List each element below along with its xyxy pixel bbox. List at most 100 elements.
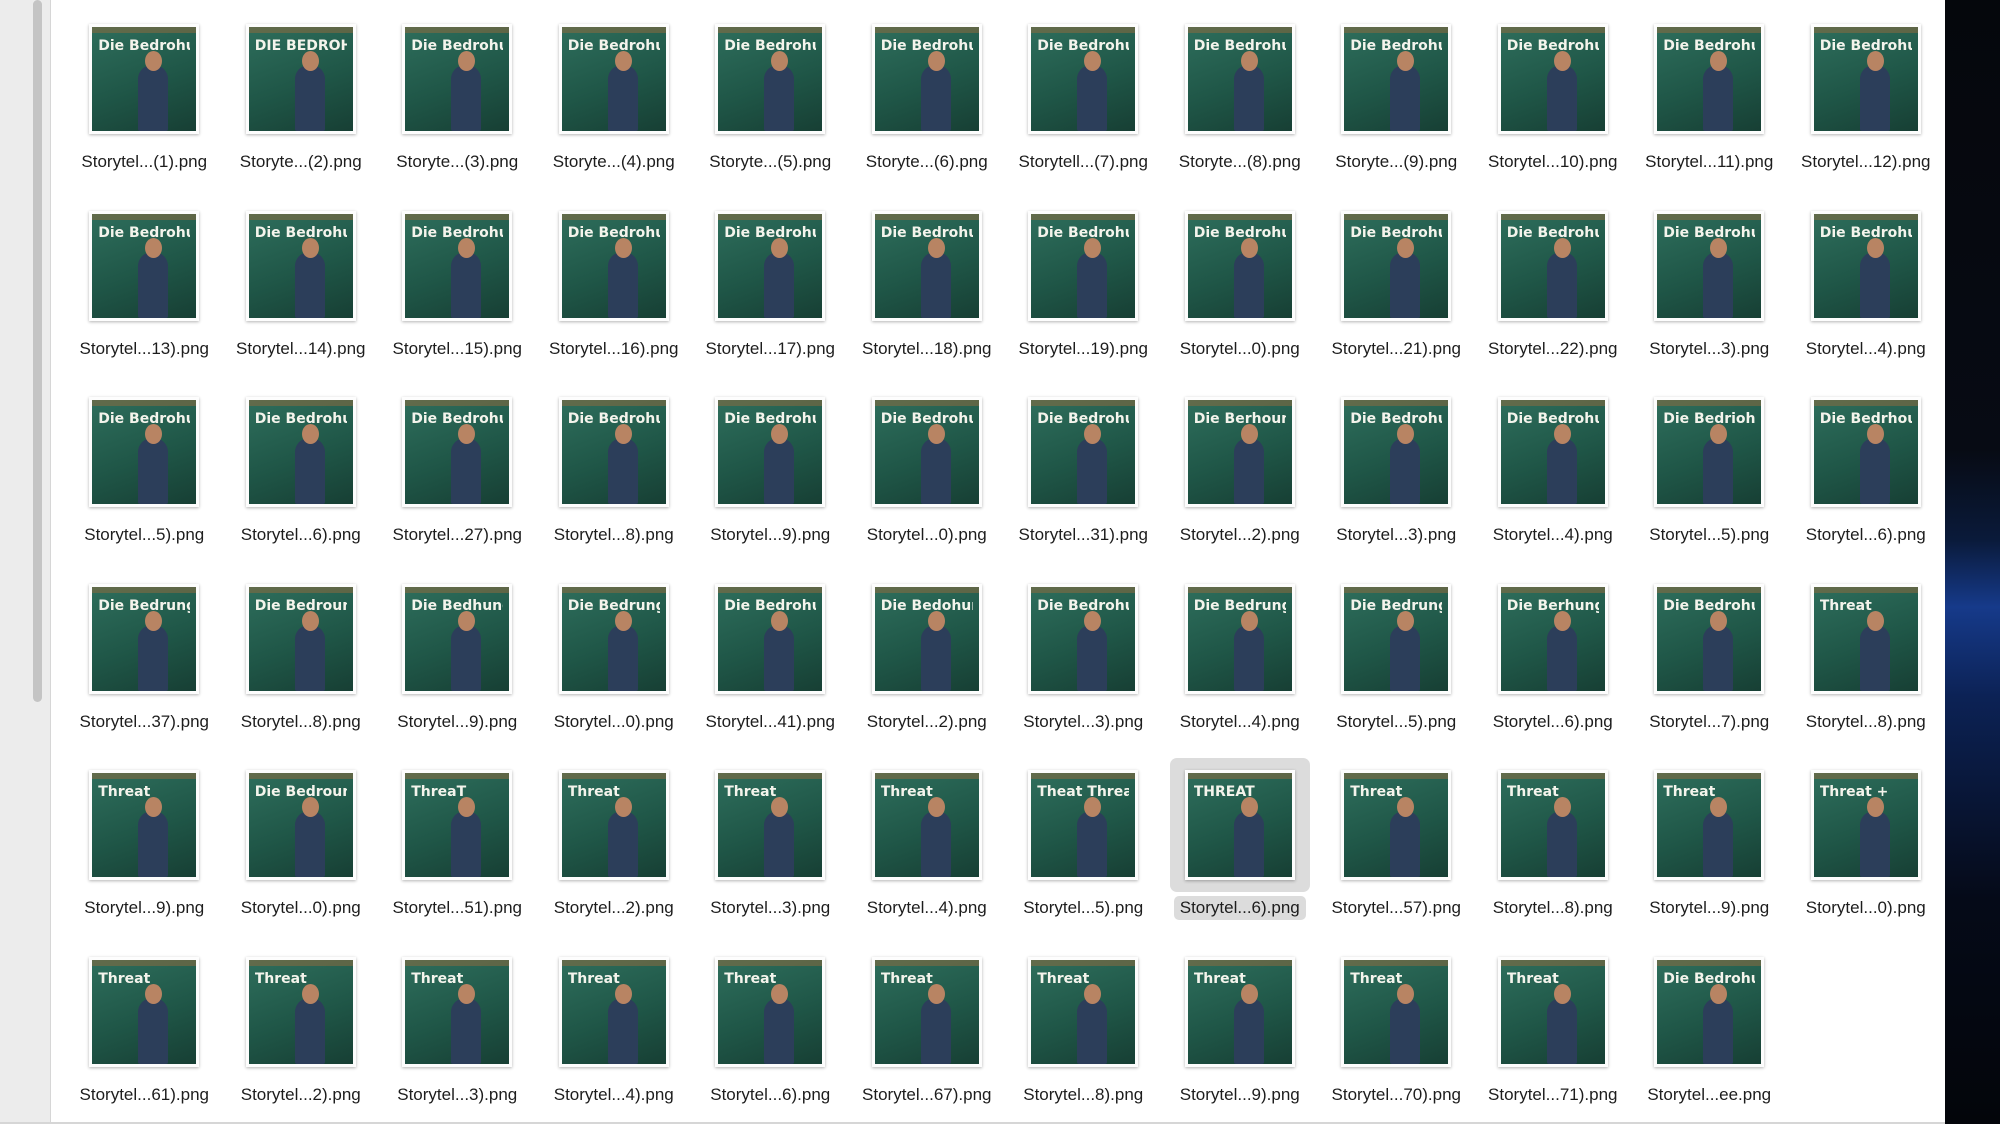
file-item[interactable]: ThreatStorytel...6).png (692, 953, 849, 1139)
file-item[interactable]: Die BedrohungStorytel...31).png (1005, 393, 1162, 580)
thumbnail-container[interactable]: Die Bedrohung (554, 207, 674, 325)
file-item[interactable]: Die BedrohungStoryte...(5).png (692, 20, 849, 207)
file-item[interactable]: ThreatStorytel...3).png (692, 766, 849, 953)
file-item[interactable]: Die BedrounStorytel...0).png (223, 766, 380, 953)
file-name-label[interactable]: Storytel...15).png (387, 337, 528, 361)
image-thumbnail[interactable]: Die Bedrohung (1341, 397, 1451, 507)
file-name-label[interactable]: Storytel...8).png (548, 523, 680, 547)
file-item[interactable]: Die BedrohungStorytel...6).png (223, 393, 380, 580)
file-item[interactable]: Die BedrohungStorytel...12).png (1788, 20, 1945, 207)
file-name-label[interactable]: Storytel...70).png (1326, 1083, 1467, 1107)
file-item[interactable]: Die BedrohungStoryte...(9).png (1318, 20, 1475, 207)
image-thumbnail[interactable]: Die Bedrohung (246, 211, 356, 321)
file-name-label[interactable]: Storytel...3).png (391, 1083, 523, 1107)
thumbnail-container[interactable]: Die Bedrohung (710, 207, 830, 325)
thumbnail-container[interactable]: Die Bedrohung (710, 580, 830, 698)
thumbnail-container[interactable]: Die Bedrohung (1023, 580, 1143, 698)
thumbnail-container[interactable]: Die Bedrohung (1493, 207, 1613, 325)
file-item[interactable]: ThreatStorytel...8).png (1475, 766, 1632, 953)
thumbnail-container[interactable]: Die Bedrohung (397, 393, 517, 511)
image-thumbnail[interactable]: Theat Threat (1028, 770, 1138, 880)
image-thumbnail[interactable]: Die Bedrohung (1028, 211, 1138, 321)
file-item[interactable]: Die Bedrohung Storytel...3).png (1005, 580, 1162, 767)
image-thumbnail[interactable]: Threat (559, 770, 669, 880)
image-thumbnail[interactable]: Die Bedrhoung (1811, 397, 1921, 507)
image-thumbnail[interactable]: Threat (715, 770, 825, 880)
file-name-label[interactable]: Storytel...6).png (1487, 710, 1619, 734)
image-thumbnail[interactable]: ThreaT (402, 770, 512, 880)
image-thumbnail[interactable]: Die Bedrohung (715, 584, 825, 694)
thumbnail-container[interactable]: Threat (84, 766, 204, 884)
file-name-label[interactable]: Storytel...21).png (1326, 337, 1467, 361)
file-name-label[interactable]: Storytel...(1).png (75, 150, 213, 174)
file-name-label[interactable]: Storytel...4).png (1174, 710, 1306, 734)
file-name-label[interactable]: Storytel...22).png (1482, 337, 1623, 361)
thumbnail-container[interactable]: Die Bedrohung (1336, 207, 1456, 325)
file-item[interactable]: Die BedrohungStorytel...13).png (66, 207, 223, 394)
image-thumbnail[interactable]: Die Berhung (1498, 584, 1608, 694)
file-name-label[interactable]: Storytel...61).png (74, 1083, 215, 1107)
image-thumbnail[interactable]: Die Bedrohung (1654, 584, 1764, 694)
image-thumbnail[interactable]: Die Bedrung (1185, 584, 1295, 694)
file-name-label[interactable]: Storytel...ee.png (1641, 1083, 1777, 1107)
image-thumbnail[interactable]: Die Bedrohung (715, 211, 825, 321)
file-item[interactable]: Die BedrohungStorytel...27).png (379, 393, 536, 580)
thumbnail-container[interactable]: Die Bedrohung (867, 393, 987, 511)
file-item[interactable]: Die BedhungStorytel...9).png (379, 580, 536, 767)
thumbnail-container[interactable]: Die Bedrohung (710, 393, 830, 511)
file-item[interactable]: Die Bedrohung Storytel...19).png (1005, 207, 1162, 394)
image-thumbnail[interactable]: Die Bedrohung (402, 397, 512, 507)
image-thumbnail[interactable]: Threat (89, 770, 199, 880)
thumbnail-container[interactable]: Die Bedrohung (84, 207, 204, 325)
thumbnail-container[interactable]: Die Bedrung (1336, 580, 1456, 698)
image-thumbnail[interactable]: Die Bedroung. (246, 584, 356, 694)
file-item[interactable]: Die BedrohungStorytel...17).png (692, 207, 849, 394)
file-item[interactable]: Die BedrohungStoryte...(4).png (536, 20, 693, 207)
image-thumbnail[interactable]: Die Bedrohung (1028, 397, 1138, 507)
file-name-label[interactable]: Storytel...8).png (235, 710, 367, 734)
file-name-label[interactable]: Storytel...3).png (1017, 710, 1149, 734)
thumbnail-container[interactable]: Threat (397, 953, 517, 1071)
image-thumbnail[interactable]: Die Bedrohung (715, 397, 825, 507)
file-item[interactable]: Die BedriohungStorytel...5).png (1631, 393, 1788, 580)
file-item[interactable]: Die BedrungStorytel...0).png (536, 580, 693, 767)
file-name-label[interactable]: Storytel...19).png (1013, 337, 1154, 361)
file-name-label[interactable]: Storytel...2).png (548, 896, 680, 920)
thumbnail-container[interactable]: Threat (1806, 580, 1926, 698)
thumbnail-container[interactable]: Die Bedrohung (1806, 20, 1926, 138)
thumbnail-container[interactable]: Threat (867, 766, 987, 884)
image-thumbnail[interactable]: Die Bedroun (246, 770, 356, 880)
thumbnail-container[interactable]: Die Bedrohung (554, 393, 674, 511)
image-thumbnail[interactable]: Die Bedrohung (1498, 24, 1608, 134)
thumbnail-container[interactable]: Die Bedrohung (1023, 20, 1143, 138)
file-name-label[interactable]: Storytel...6).png (1800, 523, 1932, 547)
image-thumbnail[interactable]: Threat (1498, 957, 1608, 1067)
file-name-label[interactable]: Storytel...18).png (856, 337, 997, 361)
thumbnail-container[interactable]: Theat Threat (1023, 766, 1143, 884)
file-name-label[interactable]: Storytel...5).png (78, 523, 210, 547)
image-thumbnail[interactable]: Threat (1654, 770, 1764, 880)
thumbnail-container[interactable]: Die Bedrohung (1649, 953, 1769, 1071)
file-name-label[interactable]: Storytel...6).png (1174, 896, 1306, 920)
image-thumbnail[interactable]: Threat (1498, 770, 1608, 880)
image-thumbnail[interactable]: Die Bedrohung (1811, 24, 1921, 134)
file-name-label[interactable]: Storytel...71).png (1482, 1083, 1623, 1107)
image-thumbnail[interactable]: Die Bedriohung (1654, 397, 1764, 507)
file-item[interactable]: Die BedohungStorytel...2).png (849, 580, 1006, 767)
thumbnail-container[interactable]: Die Berhung (1493, 580, 1613, 698)
image-thumbnail[interactable]: Die Bedrohung (89, 211, 199, 321)
image-thumbnail[interactable]: Die Bedrohung (559, 24, 669, 134)
image-thumbnail[interactable]: Die Bedrohung (246, 397, 356, 507)
image-thumbnail[interactable]: Die Bedrohung (1341, 24, 1451, 134)
thumbnail-container[interactable]: Threat (554, 953, 674, 1071)
file-item[interactable]: Die BedrohungStorytel...16).png (536, 207, 693, 394)
thumbnail-container[interactable]: Die Bedrohung (84, 20, 204, 138)
thumbnail-container[interactable]: Die Bedrohung (1336, 393, 1456, 511)
image-thumbnail[interactable]: Die Bedrung (559, 584, 669, 694)
image-thumbnail[interactable]: Die Bedrohung (1498, 397, 1608, 507)
image-thumbnail[interactable]: Die Bedrohung (1498, 211, 1608, 321)
thumbnail-container[interactable]: Die Bedrohung (1649, 207, 1769, 325)
image-thumbnail[interactable]: Die Bedrohung (1028, 584, 1138, 694)
file-item[interactable]: ThreatStorytel...67).png (849, 953, 1006, 1139)
file-item[interactable]: Die Bedrung Storytel...4).png (1162, 580, 1319, 767)
